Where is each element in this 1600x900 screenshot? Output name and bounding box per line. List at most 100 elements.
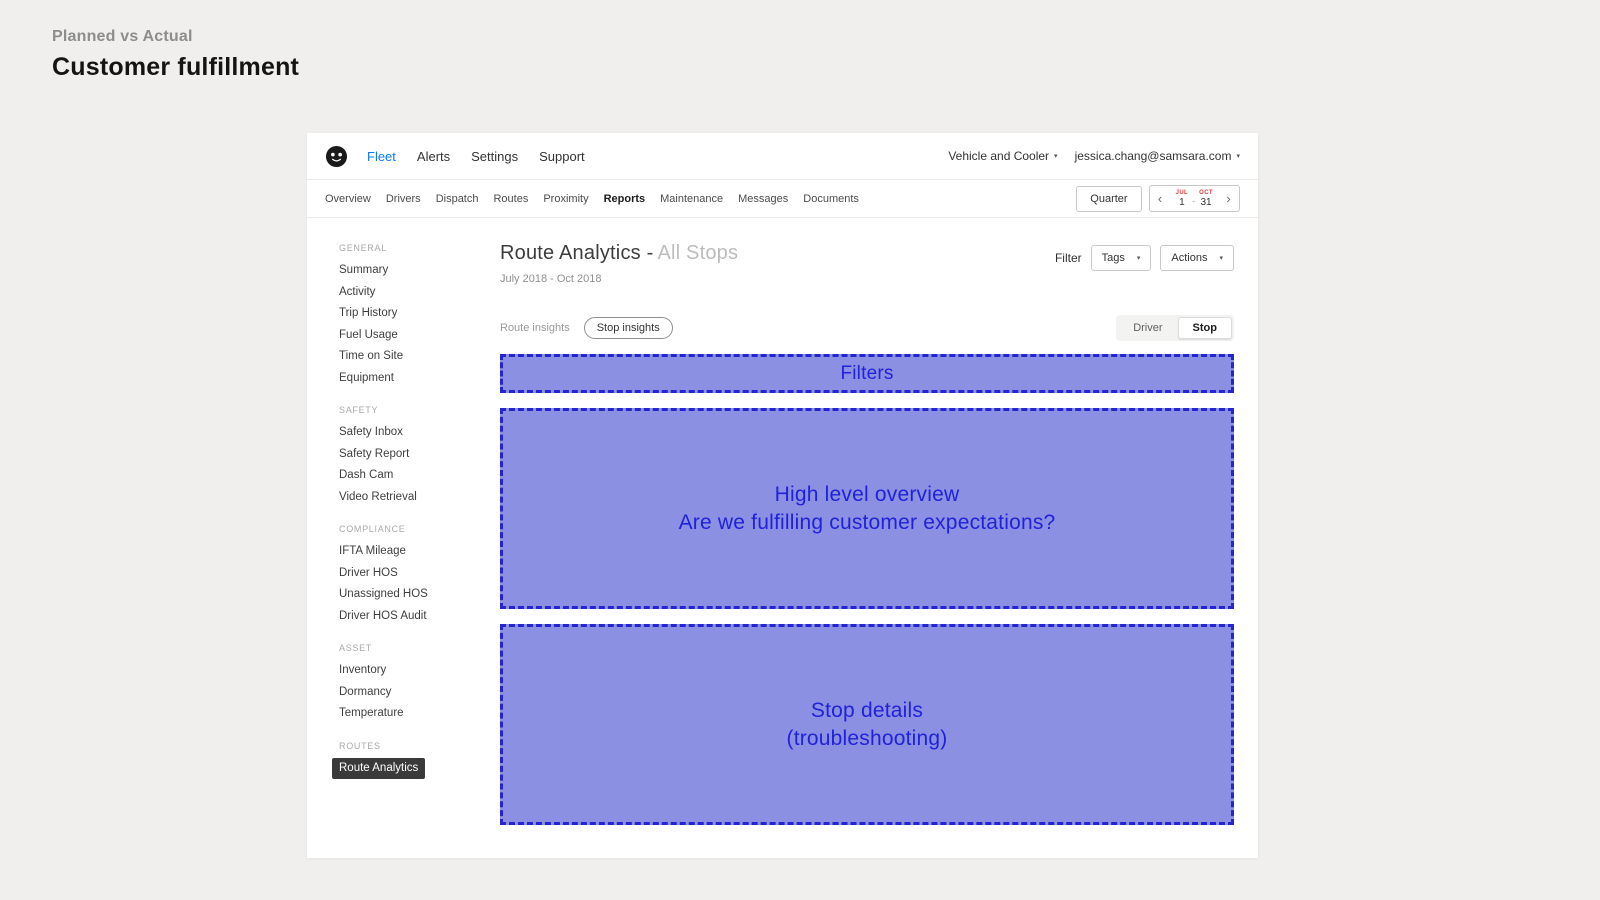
topnav-right: Vehicle and Cooler ▾ jessica.chang@samsa… (948, 149, 1240, 163)
sidebar-item-temperature[interactable]: Temperature (339, 703, 500, 725)
date-range-picker: ‹ JUL 1 - OCT 31 › (1148, 185, 1240, 212)
date-separator: - (1192, 195, 1196, 206)
actions-dropdown-label: Actions (1171, 252, 1208, 264)
sidebar-item-safety-inbox[interactable]: Safety Inbox (339, 422, 500, 444)
date-end-month: OCT (1199, 189, 1213, 196)
insights-tabs: Route insights Stop insights (500, 317, 673, 339)
date-range-display[interactable]: JUL 1 - OCT 31 (1171, 190, 1218, 208)
page-kicker: Planned vs Actual (52, 28, 193, 45)
toggle-stop[interactable]: Stop (1177, 317, 1232, 339)
subnav-item-drivers[interactable]: Drivers (386, 193, 421, 205)
wireframe-overview-block: High level overview Are we fulfilling cu… (500, 408, 1234, 609)
topnav-item-alerts[interactable]: Alerts (417, 149, 450, 164)
wireframe-stop-details-line1: Stop details (810, 698, 924, 722)
subnav-item-proximity[interactable]: Proximity (543, 193, 588, 205)
sidebar-heading-asset: ASSET (339, 643, 373, 654)
account-dropdown[interactable]: jessica.chang@samsara.com ▾ (1075, 149, 1240, 163)
sidebar-heading-routes: ROUTES (339, 740, 381, 751)
sidebar-item-unassigned-hos[interactable]: Unassigned HOS (339, 584, 500, 606)
sidebar-item-driver-hos-audit[interactable]: Driver HOS Audit (339, 606, 500, 628)
subnav-item-reports[interactable]: Reports (604, 193, 646, 205)
top-nav: Fleet Alerts Settings Support Vehicle an… (307, 133, 1258, 180)
content-header: Route Analytics - All Stops July 2018 - O… (500, 242, 1234, 285)
sidebar-heading-general: GENERAL (339, 243, 387, 253)
caret-down-icon: ▾ (1136, 255, 1141, 262)
next-period-button[interactable]: › (1218, 186, 1239, 211)
date-start: JUL 1 (1176, 190, 1189, 208)
content-title-block: Route Analytics - All Stops July 2018 - O… (500, 242, 738, 285)
sidebar-item-equipment[interactable]: Equipment (339, 368, 500, 390)
wireframe-blocks: Filters High level overview Are we fulfi… (500, 354, 1234, 825)
wireframe-stop-details-line2: (troubleshooting) (786, 726, 948, 750)
samsara-logo-icon (325, 145, 348, 167)
quarter-button[interactable]: Quarter (1076, 185, 1142, 212)
filter-controls: Filter Tags ▾ Actions ▾ (1055, 245, 1234, 271)
app-body: GENERAL Summary Activity Trip History Fu… (307, 218, 1258, 857)
sidebar-section-general: GENERAL Summary Activity Trip History Fu… (339, 243, 500, 389)
org-dropdown-label: Vehicle and Cooler (948, 149, 1050, 163)
page-heading: Planned vs Actual Customer fulfillment (52, 28, 299, 82)
insights-tabs-row: Route insights Stop insights Driver Stop (500, 315, 1234, 341)
tags-dropdown[interactable]: Tags ▾ (1090, 245, 1152, 271)
subnav-item-messages[interactable]: Messages (738, 193, 788, 205)
chevron-right-icon: › (1226, 191, 1231, 206)
sidebar-heading-compliance: COMPLIANCE (339, 524, 406, 535)
date-end-day: 31 (1200, 196, 1212, 208)
actions-dropdown[interactable]: Actions ▾ (1160, 245, 1234, 271)
account-dropdown-label: jessica.chang@samsara.com (1074, 149, 1232, 163)
caret-down-icon: ▾ (1054, 153, 1058, 160)
date-start-month: JUL (1175, 189, 1189, 196)
caret-down-icon: ▾ (1236, 153, 1240, 160)
page-title: Customer fulfillment (52, 53, 300, 81)
sidebar-item-route-analytics[interactable]: Route Analytics (332, 757, 426, 780)
subnav-item-routes[interactable]: Routes (493, 193, 528, 205)
app-window: Fleet Alerts Settings Support Vehicle an… (307, 133, 1258, 858)
date-end: OCT 31 (1199, 190, 1213, 208)
sidebar-item-video-retrieval[interactable]: Video Retrieval (339, 487, 500, 509)
sidebar-section-asset: ASSET Inventory Dormancy Temperature (339, 643, 500, 725)
chevron-left-icon: ‹ (1157, 191, 1163, 206)
content-date-range: July 2018 - Oct 2018 (500, 273, 602, 285)
sub-nav: Overview Drivers Dispatch Routes Proximi… (307, 180, 1258, 218)
sidebar-item-fuel-usage[interactable]: Fuel Usage (339, 325, 500, 347)
filter-label: Filter (1054, 251, 1082, 265)
sidebar-item-driver-hos[interactable]: Driver HOS (339, 563, 500, 585)
sidebar-item-activity[interactable]: Activity (339, 282, 500, 304)
sidebar-heading-safety: SAFETY (339, 405, 379, 416)
subnav-item-overview[interactable]: Overview (325, 193, 371, 205)
topnav-item-support[interactable]: Support (539, 149, 585, 164)
topnav-item-fleet[interactable]: Fleet (367, 149, 396, 164)
sidebar-item-safety-report[interactable]: Safety Report (339, 444, 500, 466)
caret-down-icon: ▾ (1219, 255, 1223, 262)
topnav-items: Fleet Alerts Settings Support (367, 149, 585, 164)
date-start-day: 1 (1179, 196, 1185, 208)
sidebar-item-time-on-site[interactable]: Time on Site (339, 346, 500, 368)
driver-stop-toggle: Driver Stop (1116, 315, 1234, 341)
toggle-driver[interactable]: Driver (1118, 317, 1177, 339)
sidebar-item-ifta-mileage[interactable]: IFTA Mileage (339, 541, 500, 563)
sidebar-section-safety: SAFETY Safety Inbox Safety Report Dash C… (339, 405, 500, 508)
sidebar-item-dash-cam[interactable]: Dash Cam (339, 465, 500, 487)
tags-dropdown-label: Tags (1101, 252, 1125, 264)
topnav-item-settings[interactable]: Settings (471, 149, 518, 164)
subnav-item-dispatch[interactable]: Dispatch (436, 193, 479, 205)
content-title: Route Analytics - All Stops (500, 242, 738, 265)
reports-sidebar: GENERAL Summary Activity Trip History Fu… (307, 218, 500, 857)
main-content: Route Analytics - All Stops July 2018 - O… (500, 218, 1258, 857)
subnav-item-maintenance[interactable]: Maintenance (660, 193, 723, 205)
sidebar-item-dormancy[interactable]: Dormancy (339, 682, 500, 704)
sidebar-item-summary[interactable]: Summary (339, 260, 500, 282)
org-dropdown[interactable]: Vehicle and Cooler ▾ (948, 149, 1057, 163)
previous-period-button[interactable]: ‹ (1150, 186, 1171, 211)
wireframe-filters-block: Filters (500, 354, 1234, 393)
wireframe-overview-line2: Are we fulfilling customer expectations? (678, 510, 1056, 534)
sidebar-section-compliance: COMPLIANCE IFTA Mileage Driver HOS Unass… (339, 524, 500, 627)
sidebar-item-trip-history[interactable]: Trip History (339, 303, 500, 325)
sidebar-section-routes: ROUTES Route Analytics (332, 740, 500, 780)
tab-route-insights[interactable]: Route insights (500, 322, 570, 334)
subnav-item-documents[interactable]: Documents (803, 193, 859, 205)
content-title-main: Route Analytics - (500, 242, 654, 264)
sidebar-item-inventory[interactable]: Inventory (339, 660, 500, 682)
tab-stop-insights[interactable]: Stop insights (583, 317, 673, 339)
subnav-items: Overview Drivers Dispatch Routes Proximi… (325, 193, 859, 205)
